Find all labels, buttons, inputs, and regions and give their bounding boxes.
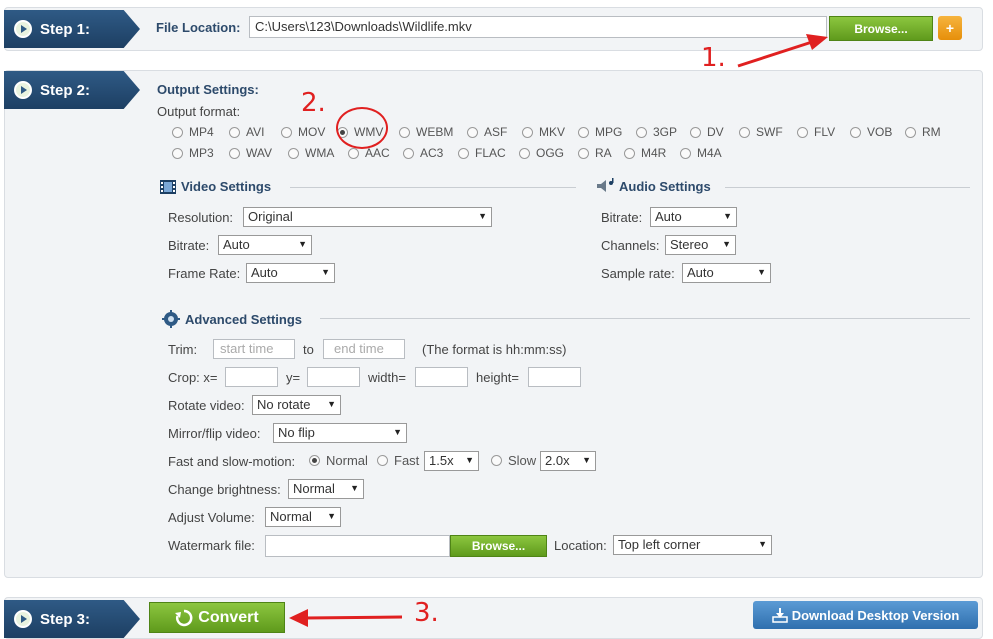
arrow-1-icon bbox=[737, 34, 828, 68]
annotation-arrows bbox=[289, 34, 828, 627]
arrow-3-icon bbox=[289, 609, 403, 627]
